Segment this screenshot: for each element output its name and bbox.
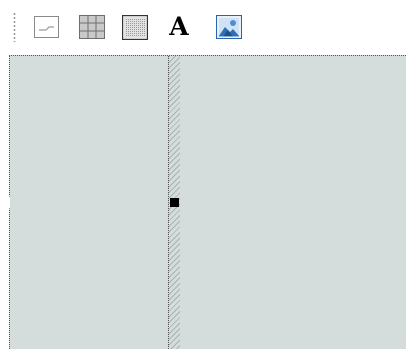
- insert-table-button[interactable]: [79, 14, 105, 40]
- insert-text-button[interactable]: A: [166, 14, 192, 40]
- toolbar-grip[interactable]: [13, 12, 16, 42]
- insert-line-button[interactable]: [33, 14, 59, 40]
- insert-image-button[interactable]: [216, 14, 242, 40]
- line-icon: [33, 16, 59, 38]
- insert-rectangle-button[interactable]: [122, 14, 148, 40]
- design-canvas[interactable]: [9, 55, 406, 349]
- rectangle-frame-icon: [122, 14, 148, 40]
- left-edge-handle[interactable]: [5, 196, 10, 209]
- image-icon: [216, 15, 242, 39]
- text-icon: A: [169, 12, 189, 41]
- toolbar: A: [0, 0, 406, 52]
- splitter-resize-handle[interactable]: [170, 198, 179, 207]
- table-grid-icon: [79, 15, 105, 39]
